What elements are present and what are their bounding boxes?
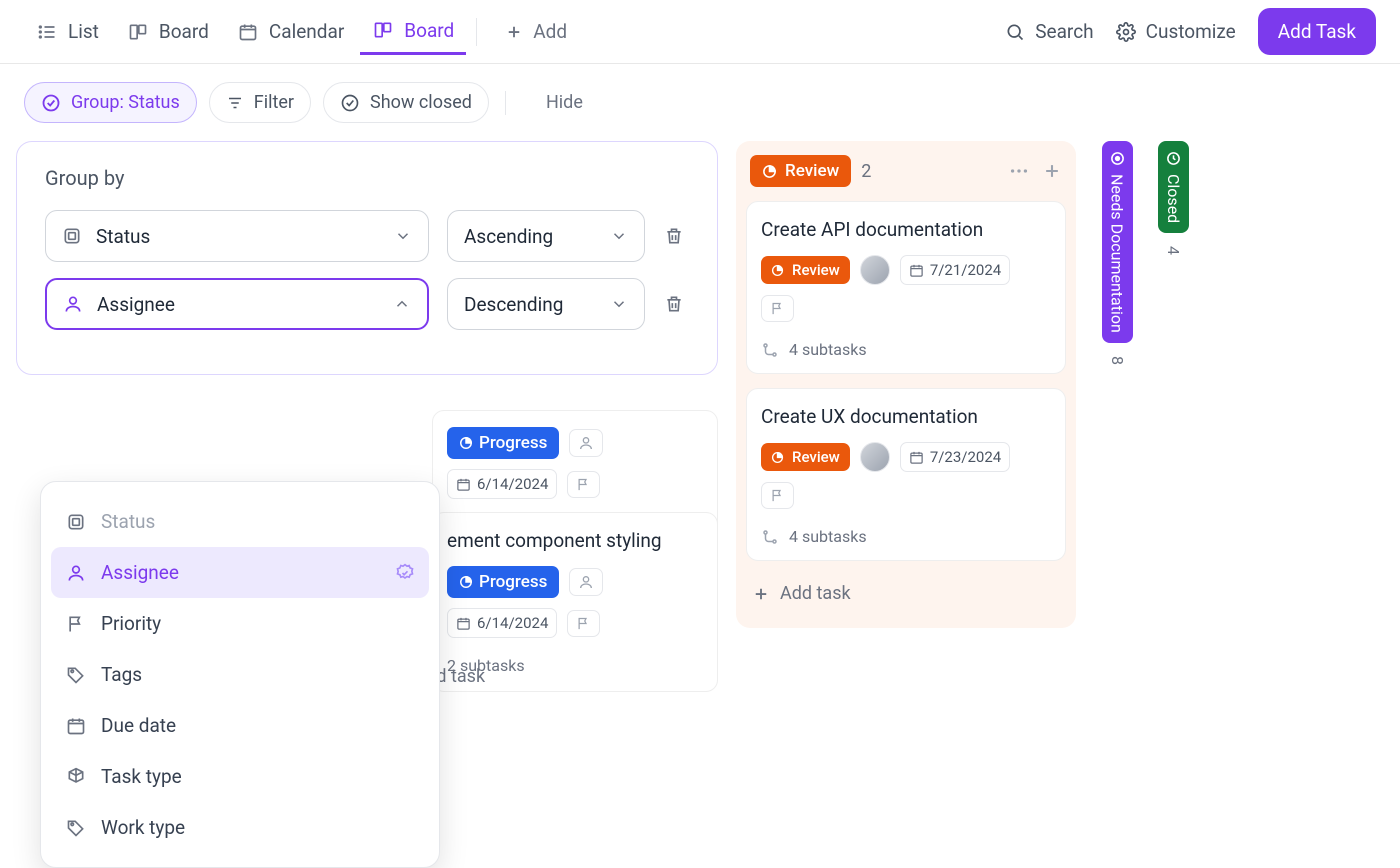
panel-title: Group by bbox=[45, 166, 689, 190]
group-sort-select-1[interactable]: Ascending bbox=[447, 210, 645, 262]
tag-icon bbox=[65, 665, 87, 685]
calendar-icon bbox=[65, 716, 87, 736]
due-date[interactable]: 7/23/2024 bbox=[900, 442, 1010, 472]
status-icon bbox=[65, 512, 87, 532]
task-card[interactable]: Create API documentation Review 7/21/202… bbox=[746, 201, 1066, 374]
more-icon[interactable] bbox=[1008, 160, 1030, 182]
task-title[interactable]: ement component styling bbox=[447, 529, 703, 552]
dropdown-item-tags[interactable]: Tags bbox=[51, 649, 429, 700]
flag-icon[interactable] bbox=[761, 482, 794, 509]
chevron-down-icon bbox=[394, 227, 412, 245]
search-button[interactable]: Search bbox=[1005, 20, 1093, 43]
task-title: Create API documentation bbox=[761, 218, 1051, 241]
group-sort-select-2[interactable]: Descending bbox=[447, 278, 645, 330]
dropdown-item-assignee[interactable]: Assignee bbox=[51, 547, 429, 598]
add-view-button[interactable]: Add bbox=[493, 10, 579, 53]
avatar[interactable] bbox=[860, 255, 890, 285]
flag-icon[interactable] bbox=[567, 610, 600, 637]
check-circle-icon bbox=[41, 93, 61, 113]
hide-button[interactable]: Hide bbox=[534, 84, 595, 121]
column-review: Review 2 Create API documentation Review… bbox=[736, 141, 1076, 628]
dropdown-item-due-date[interactable]: Due date bbox=[51, 700, 429, 751]
column-closed-collapsed[interactable]: Closed 4 bbox=[1158, 141, 1189, 628]
status-chip-progress: Progress bbox=[447, 566, 559, 598]
check-badge-icon bbox=[395, 563, 415, 583]
column-needs-documentation-collapsed[interactable]: Needs Documentation 8 bbox=[1092, 141, 1142, 628]
status-icon bbox=[62, 226, 82, 246]
user-icon bbox=[65, 563, 87, 583]
dropdown-item-status: Status bbox=[51, 496, 429, 547]
view-tab-board[interactable]: Board bbox=[115, 10, 221, 53]
filter-bar: Group: Status Filter Show closed Hide bbox=[0, 64, 1400, 141]
add-task-button[interactable]: Add Task bbox=[1258, 8, 1376, 55]
circle-icon bbox=[1110, 151, 1125, 166]
chevron-down-icon bbox=[610, 227, 628, 245]
dropdown-item-task-type[interactable]: Task type bbox=[51, 751, 429, 802]
task-title: Create UX documentation bbox=[761, 405, 1051, 428]
show-closed-pill[interactable]: Show closed bbox=[323, 82, 489, 123]
add-task-column[interactable]: Add task bbox=[746, 575, 1066, 612]
column-count: 8 bbox=[1108, 356, 1127, 365]
view-tab-list[interactable]: List bbox=[24, 10, 111, 53]
trash-icon[interactable] bbox=[663, 293, 685, 315]
chevron-up-icon bbox=[393, 295, 411, 313]
assignee-placeholder[interactable] bbox=[569, 568, 603, 596]
status-chip-review: Review bbox=[761, 443, 850, 471]
column-count: 4 bbox=[1164, 246, 1183, 255]
tag-icon bbox=[65, 818, 87, 838]
filter-pill[interactable]: Filter bbox=[209, 82, 311, 123]
task-card[interactable]: Create UX documentation Review 7/23/2024… bbox=[746, 388, 1066, 561]
assignee-placeholder[interactable] bbox=[569, 429, 603, 457]
due-date[interactable]: 6/14/2024 bbox=[447, 469, 557, 499]
list-icon bbox=[36, 21, 58, 43]
view-tab-calendar[interactable]: Calendar bbox=[225, 10, 356, 53]
top-nav: List Board Calendar Board Add Search Cus… bbox=[0, 0, 1400, 64]
subtasks-count: 2 subtasks bbox=[447, 652, 703, 675]
user-icon bbox=[63, 294, 83, 314]
status-chip-review: Review bbox=[761, 256, 850, 284]
check-circle-icon bbox=[340, 93, 360, 113]
group-by-panel: Group by Status Ascending Assignee Desce… bbox=[16, 141, 718, 375]
group-field-select-1[interactable]: Status bbox=[45, 210, 429, 262]
view-tab-board-active[interactable]: Board bbox=[360, 9, 466, 55]
cube-icon bbox=[65, 767, 87, 787]
dropdown-item-work-type[interactable]: Work type bbox=[51, 802, 429, 853]
status-chip-progress: Progress bbox=[447, 427, 559, 459]
dropdown-item-priority[interactable]: Priority bbox=[51, 598, 429, 649]
search-icon bbox=[1005, 22, 1025, 42]
status-chip-review[interactable]: Review bbox=[750, 155, 851, 187]
flag-icon bbox=[65, 614, 87, 634]
board-icon bbox=[372, 19, 394, 41]
due-date[interactable]: 7/21/2024 bbox=[900, 255, 1010, 285]
calendar-icon bbox=[237, 21, 259, 43]
plus-icon bbox=[505, 23, 523, 41]
avatar[interactable] bbox=[860, 442, 890, 472]
group-field-dropdown: Status Assignee Priority Tags Due date T… bbox=[40, 481, 440, 868]
plus-icon[interactable] bbox=[1042, 161, 1062, 181]
group-pill[interactable]: Group: Status bbox=[24, 82, 197, 123]
board-icon bbox=[127, 21, 149, 43]
due-date[interactable]: 6/14/2024 bbox=[447, 608, 557, 638]
subtasks[interactable]: 4 subtasks bbox=[761, 336, 1051, 359]
clock-icon bbox=[1166, 151, 1181, 166]
flag-icon[interactable] bbox=[567, 471, 600, 498]
group-field-select-2[interactable]: Assignee bbox=[45, 278, 429, 330]
chevron-down-icon bbox=[610, 295, 628, 313]
trash-icon[interactable] bbox=[663, 225, 685, 247]
flag-icon[interactable] bbox=[761, 295, 794, 322]
column-count: 2 bbox=[861, 161, 871, 182]
customize-button[interactable]: Customize bbox=[1116, 20, 1236, 43]
gear-icon bbox=[1116, 22, 1136, 42]
subtasks[interactable]: 4 subtasks bbox=[761, 523, 1051, 546]
filter-icon bbox=[226, 94, 244, 112]
